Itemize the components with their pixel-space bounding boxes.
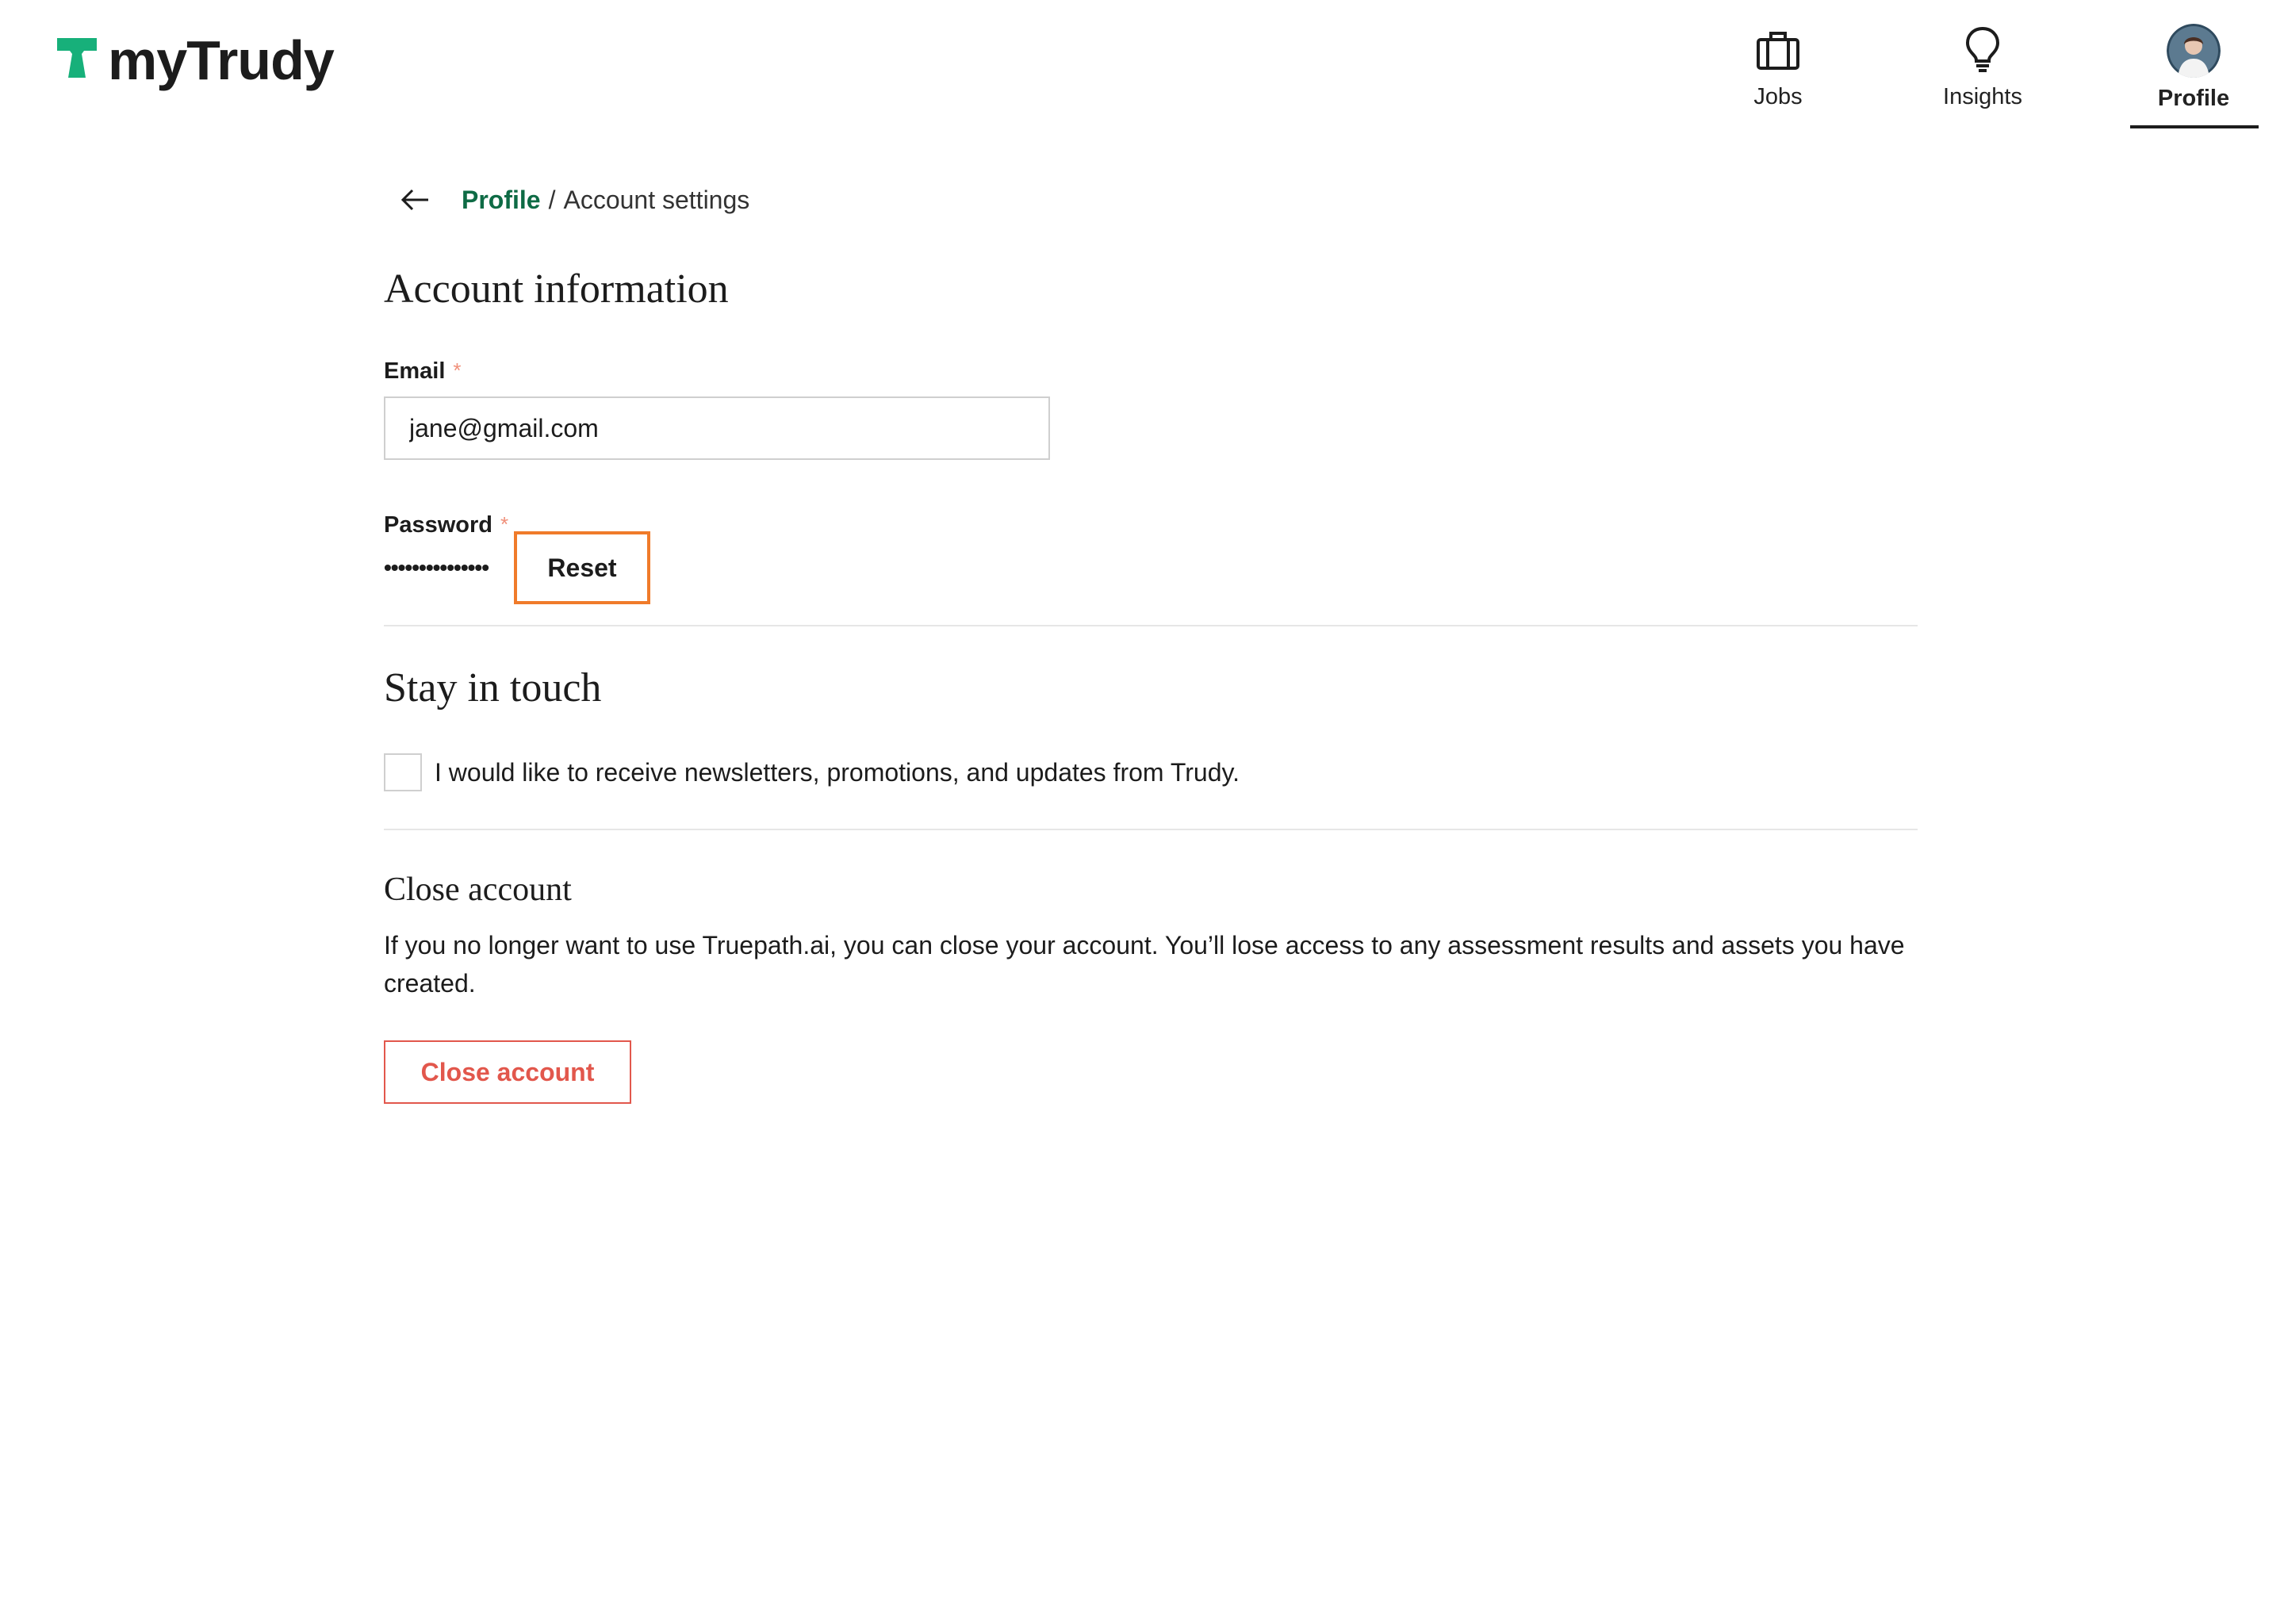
email-label: Email * [384, 358, 462, 385]
avatar [2167, 24, 2221, 78]
email-field[interactable] [384, 396, 1050, 460]
section-divider [384, 625, 1918, 626]
reset-password-button[interactable]: Reset [514, 531, 650, 604]
stay-in-touch-title: Stay in touch [384, 665, 602, 710]
account-information-title: Account information [384, 266, 729, 312]
email-label-text: Email [384, 358, 446, 384]
breadcrumb-current: Account settings [563, 185, 750, 214]
nav-item-insights[interactable]: Insights [1919, 24, 2046, 131]
breadcrumb-separator: / [548, 185, 556, 214]
password-required-mark: * [500, 512, 509, 536]
avatar-image [2167, 24, 2221, 78]
password-masked-value: ••••••••••••••• [384, 555, 489, 580]
close-account-description: If you no longer want to use Truepath.ai… [384, 931, 1905, 998]
active-tab-indicator [2130, 125, 2259, 128]
newsletter-checkbox[interactable] [384, 753, 422, 791]
briefcase-icon [1757, 32, 1799, 70]
newsletter-checkbox-label[interactable]: I would like to receive newsletters, pro… [435, 758, 1240, 787]
nav-label-jobs: Jobs [1753, 84, 1803, 109]
back-arrow-icon[interactable] [397, 181, 435, 219]
close-account-button[interactable]: Close account [384, 1040, 631, 1104]
lightbulb-icon [1965, 26, 2000, 72]
close-account-title: Close account [384, 871, 572, 908]
breadcrumb-profile-link[interactable]: Profile [462, 186, 541, 215]
nav-label-insights: Insights [1943, 84, 2022, 109]
breadcrumb: Profile / Account settings [397, 181, 749, 219]
main-nav: Jobs Insights Profile [0, 0, 2284, 131]
password-label: Password * [384, 512, 508, 538]
email-required-mark: * [453, 358, 462, 382]
section-divider [384, 829, 1918, 830]
nav-item-jobs[interactable]: Jobs [1715, 24, 1841, 131]
nav-label-profile: Profile [2157, 86, 2230, 111]
password-label-text: Password [384, 512, 492, 538]
nav-item-profile[interactable]: Profile [2130, 24, 2257, 131]
top-header: myTrudy Jobs Insights Profile [0, 0, 2284, 131]
